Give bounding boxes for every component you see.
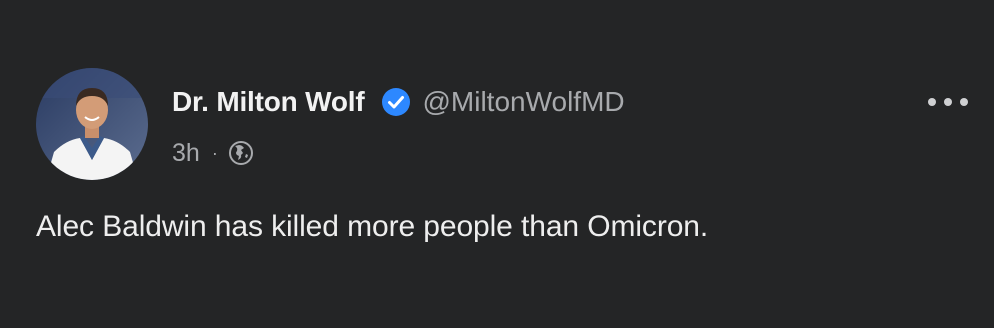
globe-icon	[228, 140, 254, 166]
more-dot	[960, 98, 968, 106]
avatar-image	[36, 68, 148, 180]
post-text: Alec Baldwin has killed more people than…	[36, 210, 709, 243]
verified-badge-icon	[380, 86, 412, 118]
meta-separator: ·	[211, 142, 218, 163]
more-dot	[928, 98, 936, 106]
more-options-icon[interactable]	[928, 92, 968, 112]
avatar[interactable]	[36, 68, 148, 180]
more-dot	[944, 98, 952, 106]
author-handle[interactable]: @MiltonWolfMD	[422, 86, 624, 118]
post-card: Dr. Milton Wolf @MiltonWolfMD 3h · Alec …	[0, 0, 994, 328]
author-name[interactable]: Dr. Milton Wolf	[172, 86, 365, 118]
author-row: Dr. Milton Wolf @MiltonWolfMD	[172, 82, 625, 122]
post-timestamp[interactable]: 3h	[172, 139, 200, 168]
post-meta: 3h ·	[172, 136, 254, 170]
